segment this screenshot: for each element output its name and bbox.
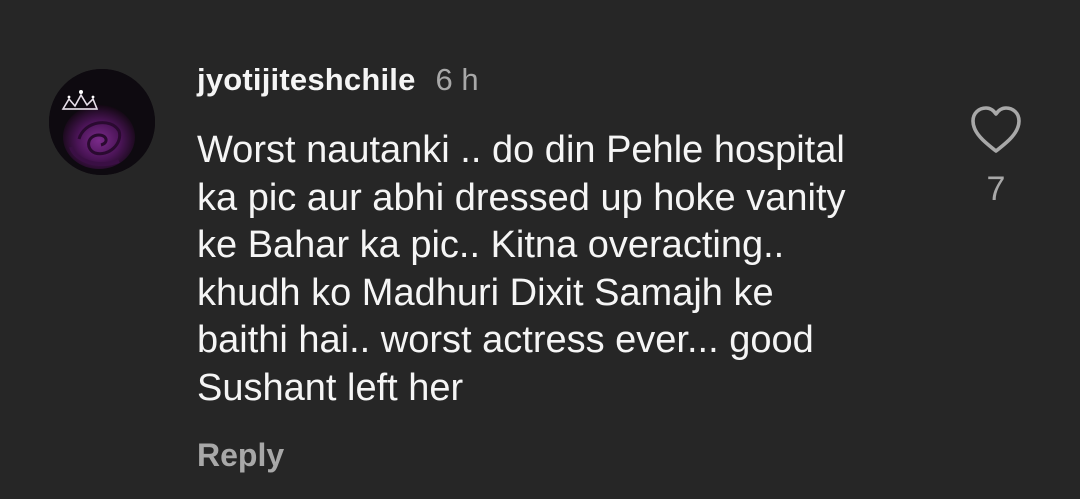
username-link[interactable]: jyotijiteshchile (197, 62, 416, 98)
avatar-rose-image (49, 69, 155, 175)
comment-header: jyotijiteshchile 6 h (197, 62, 479, 104)
comment-timestamp: 6 h (435, 62, 479, 97)
like-count: 7 (986, 170, 1006, 208)
comment-text: Worst nautanki .. do din Pehle hospital … (197, 129, 846, 409)
avatar[interactable] (49, 69, 155, 175)
heart-outline-icon (971, 106, 1021, 153)
reply-button[interactable]: Reply (197, 437, 284, 474)
like-button[interactable] (968, 104, 1024, 156)
comment-item: jyotijiteshchile 6 h Worst nautanki .. d… (0, 0, 1080, 499)
